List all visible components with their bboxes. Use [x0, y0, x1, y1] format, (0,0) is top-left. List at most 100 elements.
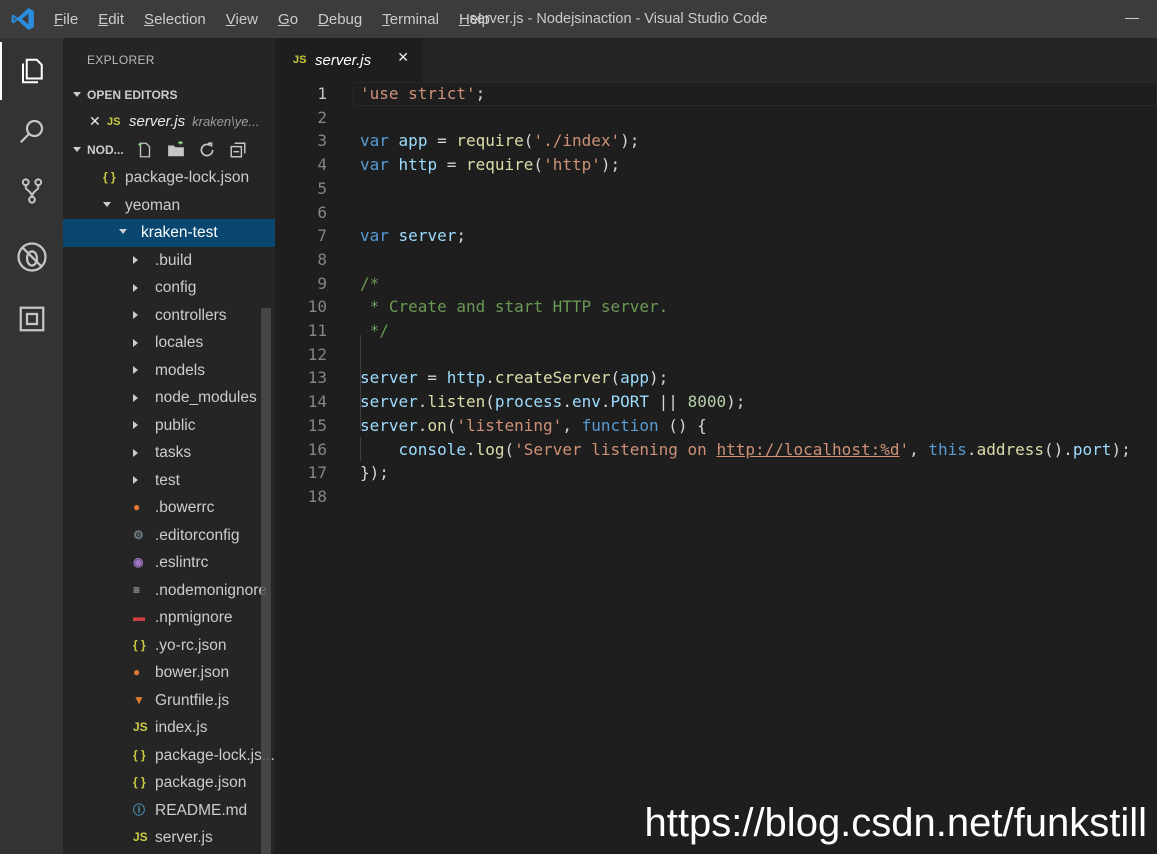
- tree-item[interactable]: ≡ .nodemonignore: [63, 577, 275, 605]
- close-icon[interactable]: ✕: [89, 108, 107, 136]
- open-editor-item[interactable]: ✕ JS server.js kraken\ye...: [63, 108, 275, 136]
- source-control-icon[interactable]: [0, 162, 63, 220]
- tree-item[interactable]: tasks: [63, 439, 275, 467]
- open-editors-label: OPEN EDITORS: [87, 88, 178, 102]
- line-number: 8: [317, 249, 327, 269]
- menu-edit[interactable]: Edit: [88, 11, 134, 28]
- tree-item-label: controllers: [155, 306, 227, 324]
- tree-item[interactable]: ⚙ .editorconfig: [63, 522, 275, 550]
- collapse-all-icon[interactable]: [227, 139, 249, 161]
- tree-item[interactable]: ◉ .eslintrc: [63, 549, 275, 577]
- js-icon: JS: [133, 720, 148, 734]
- tree-item[interactable]: controllers: [63, 302, 275, 330]
- tree-item[interactable]: locales: [63, 329, 275, 357]
- chevron-right-icon: [133, 476, 155, 485]
- explorer-sidebar: EXPLORER OPEN EDITORS ✕ JS server.js kra…: [63, 38, 275, 854]
- menu-debug[interactable]: Debug: [308, 11, 372, 28]
- code-line: 18: [275, 485, 1157, 509]
- code-text: console.log('Server listening on http://…: [398, 439, 1131, 459]
- menu-help[interactable]: Help: [449, 11, 500, 28]
- tree-item[interactable]: config: [63, 274, 275, 302]
- tree-item-label: kraken-test: [141, 224, 218, 241]
- line-number: 7: [317, 226, 327, 246]
- js-file-icon: JS: [293, 54, 307, 66]
- line-number: 3: [317, 131, 327, 151]
- tab-label: server.js: [315, 51, 372, 69]
- line-number: 6: [317, 202, 327, 222]
- close-icon[interactable]: ✕: [397, 50, 409, 66]
- tree-item-label: node_modules: [155, 389, 257, 406]
- eslint-icon: ◉: [133, 555, 144, 569]
- tree-item[interactable]: .build: [63, 247, 275, 275]
- line-number: 17: [307, 463, 327, 483]
- tree-item[interactable]: public: [63, 412, 275, 440]
- tree-item[interactable]: { } .yo-rc.json: [63, 632, 275, 660]
- code-line: 5: [275, 177, 1157, 201]
- tree-item[interactable]: kraken-test: [63, 219, 275, 247]
- line-number: 13: [307, 368, 327, 388]
- line-number: 18: [307, 486, 327, 506]
- open-editors-header[interactable]: OPEN EDITORS: [63, 82, 275, 108]
- code-line: 13 server = http.createServer(app);: [275, 366, 1157, 390]
- chevron-right-icon: [133, 256, 155, 265]
- menu-selection[interactable]: Selection: [134, 11, 216, 28]
- tab-server-js[interactable]: JS server.js ✕: [275, 38, 423, 82]
- code-text: server = http.createServer(app);: [360, 368, 669, 388]
- code-line: 11 */: [275, 319, 1157, 343]
- tree-item[interactable]: JS server.js: [63, 824, 275, 852]
- menu-terminal[interactable]: Terminal: [372, 11, 449, 28]
- new-folder-icon[interactable]: [165, 139, 187, 161]
- code-text: server.on('listening', function () {: [360, 415, 707, 435]
- tree-item[interactable]: yeoman: [63, 192, 275, 220]
- menu-view[interactable]: View: [216, 11, 268, 28]
- tree-item[interactable]: JS index.js: [63, 714, 275, 742]
- extensions-icon[interactable]: [0, 290, 63, 348]
- tree-item-label: .nodemonignore: [155, 581, 268, 599]
- bower-icon: ●: [133, 500, 141, 514]
- minimize-button[interactable]: [1121, 8, 1143, 30]
- tree-item-label: yeoman: [125, 196, 181, 214]
- code-line: 9 /*: [275, 272, 1157, 296]
- refresh-icon[interactable]: [196, 139, 218, 161]
- chevron-right-icon: [133, 283, 155, 292]
- tree-item-label: Gruntfile.js: [155, 691, 230, 709]
- explorer-icon[interactable]: [0, 42, 63, 100]
- code-line: 14 server.listen(process.env.PORT || 8000…: [275, 390, 1157, 414]
- tree-item[interactable]: ⓘ README.md: [63, 797, 275, 825]
- sidebar-scrollbar[interactable]: [261, 308, 271, 854]
- line-number: 9: [317, 273, 327, 293]
- tree-item[interactable]: ● bower.json: [63, 659, 275, 687]
- line-number: 10: [307, 297, 327, 317]
- tree-item[interactable]: node_modules: [63, 384, 275, 412]
- menu-go[interactable]: Go: [268, 11, 308, 28]
- code-text: */: [360, 321, 389, 340]
- search-icon[interactable]: [0, 102, 63, 160]
- project-header[interactable]: NOD...: [63, 136, 275, 164]
- file-tree: { } package-lock.json yeoman kraken-test .bu…: [63, 164, 275, 852]
- code-text: var server;: [360, 226, 466, 246]
- editor-tabs: JS server.js ✕: [275, 38, 1157, 82]
- chevron-down-icon: [73, 92, 81, 98]
- open-editor-name: server.js: [129, 113, 186, 130]
- debug-icon[interactable]: [0, 228, 63, 286]
- menu-file[interactable]: File: [44, 11, 88, 28]
- chevron-right-icon: [133, 448, 155, 457]
- code-editor[interactable]: 1 'use strict'; 2 3 var app = require('./ind…: [275, 82, 1157, 854]
- bower-icon: ●: [133, 665, 141, 679]
- code-text: 'use strict';: [360, 84, 486, 103]
- tree-item-label: package.json: [155, 774, 247, 791]
- tree-item[interactable]: test: [63, 467, 275, 495]
- tree-item[interactable]: ▬ .npmignore: [63, 604, 275, 632]
- code-text: * Create and start HTTP server.: [360, 297, 669, 317]
- tree-item[interactable]: { } package.json: [63, 769, 275, 797]
- tree-item[interactable]: { } package-lock.json: [63, 164, 275, 192]
- new-file-icon[interactable]: [134, 139, 156, 161]
- tree-item-label: .build: [155, 251, 193, 269]
- tree-item[interactable]: ▼ Gruntfile.js: [63, 687, 275, 715]
- tree-item-label: index.js: [155, 719, 208, 736]
- tree-item[interactable]: models: [63, 357, 275, 385]
- tree-item[interactable]: ● .bowerrc: [63, 494, 275, 522]
- tree-item[interactable]: { } package-lock.js...: [63, 742, 275, 770]
- code-text: var app = require('./index');: [360, 131, 640, 151]
- chevron-right-icon: [133, 421, 155, 430]
